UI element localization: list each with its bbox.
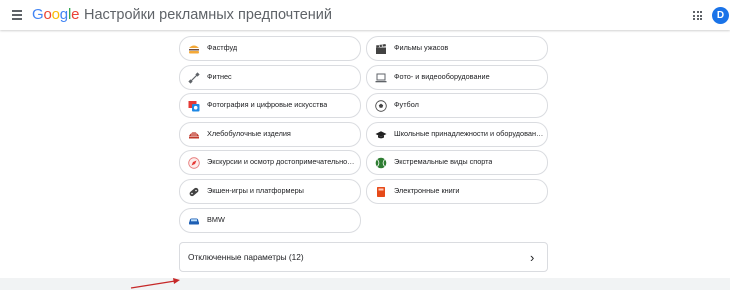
- disabled-parameters-label: Отключенные параметры (12): [188, 252, 304, 262]
- interest-item-label: Электронные книги: [394, 186, 460, 195]
- interest-item[interactable]: Школьные принадлежности и оборудование: [366, 121, 548, 147]
- interest-item-label: Экшен-игры и платформеры: [207, 186, 304, 195]
- compass-icon: [187, 156, 201, 170]
- interest-item[interactable]: Экстремальные виды спорта: [366, 150, 548, 176]
- top-app-bar: Google Настройки рекламных предпочтений …: [0, 0, 730, 30]
- hamburger-menu-icon[interactable]: [12, 10, 22, 20]
- interest-item[interactable]: Футбол: [366, 93, 548, 119]
- interest-item-label: Фастфуд: [207, 43, 238, 52]
- dumbbell-icon: [187, 71, 201, 85]
- apps-grid-icon[interactable]: [693, 11, 702, 20]
- interest-item-label: Футбол: [394, 100, 419, 110]
- photo-art-icon: [187, 99, 201, 113]
- chevron-right-icon: ›: [530, 250, 535, 265]
- gamepad-icon: [187, 185, 201, 199]
- page-title: Настройки рекламных предпочтений: [84, 7, 332, 23]
- bread-icon: [187, 128, 201, 142]
- logo-letter: g: [59, 6, 68, 23]
- graduation-cap-icon: [374, 128, 388, 142]
- disabled-parameters-row[interactable]: Отключенные параметры (12) ›: [179, 242, 548, 272]
- interest-item-label: Фитнес: [207, 71, 232, 81]
- logo-letter: G: [32, 6, 44, 23]
- interest-item[interactable]: Фильмы ужасов: [366, 36, 548, 61]
- interest-item-label: BMW: [207, 214, 225, 224]
- interest-item[interactable]: Электронные книги: [366, 179, 548, 204]
- interest-item-label: Школьные принадлежности и оборудование: [394, 128, 544, 138]
- interest-item-label: Фотография и цифровые искусства: [207, 100, 328, 110]
- soccer-ball-icon: [374, 99, 388, 113]
- clapperboard-icon: [374, 42, 388, 56]
- preferences-content: Фастфуд Фитнес Фотография и цифровые искус…: [0, 30, 730, 289]
- logo-letter: e: [71, 6, 80, 23]
- interest-item-label: Экскурсии и осмотр достопримечательносте…: [207, 157, 357, 167]
- logo-letter: o: [43, 6, 52, 23]
- interest-item-label: Хлебобулочные изделия: [207, 128, 291, 138]
- interest-item[interactable]: Фотография и цифровые искусства: [179, 93, 361, 119]
- interest-item-label: Фильмы ужасов: [394, 43, 449, 52]
- interest-item[interactable]: Фото- и видеооборудование: [366, 64, 548, 90]
- google-logo: Google: [32, 6, 79, 23]
- interest-item-label: Экстремальные виды спорта: [394, 157, 493, 167]
- interest-item[interactable]: BMW: [179, 207, 361, 233]
- interest-item-label: Фото- и видеооборудование: [394, 71, 490, 81]
- interest-item[interactable]: Экшен-игры и платформеры: [179, 179, 361, 204]
- interest-item[interactable]: Экскурсии и осмотр достопримечательносте…: [179, 150, 361, 176]
- interest-item[interactable]: Хлебобулочные изделия: [179, 121, 361, 147]
- burger-icon: [187, 42, 201, 56]
- annotation-arrow: [130, 278, 180, 289]
- tennis-ball-icon: [374, 156, 388, 170]
- avatar[interactable]: D: [712, 7, 729, 24]
- logo-letter: o: [51, 6, 60, 23]
- interest-item[interactable]: Фитнес: [179, 64, 361, 90]
- interest-item[interactable]: Фастфуд: [179, 36, 361, 61]
- car-icon: [187, 214, 201, 228]
- laptop-icon: [374, 71, 388, 85]
- ebook-icon: [374, 185, 388, 199]
